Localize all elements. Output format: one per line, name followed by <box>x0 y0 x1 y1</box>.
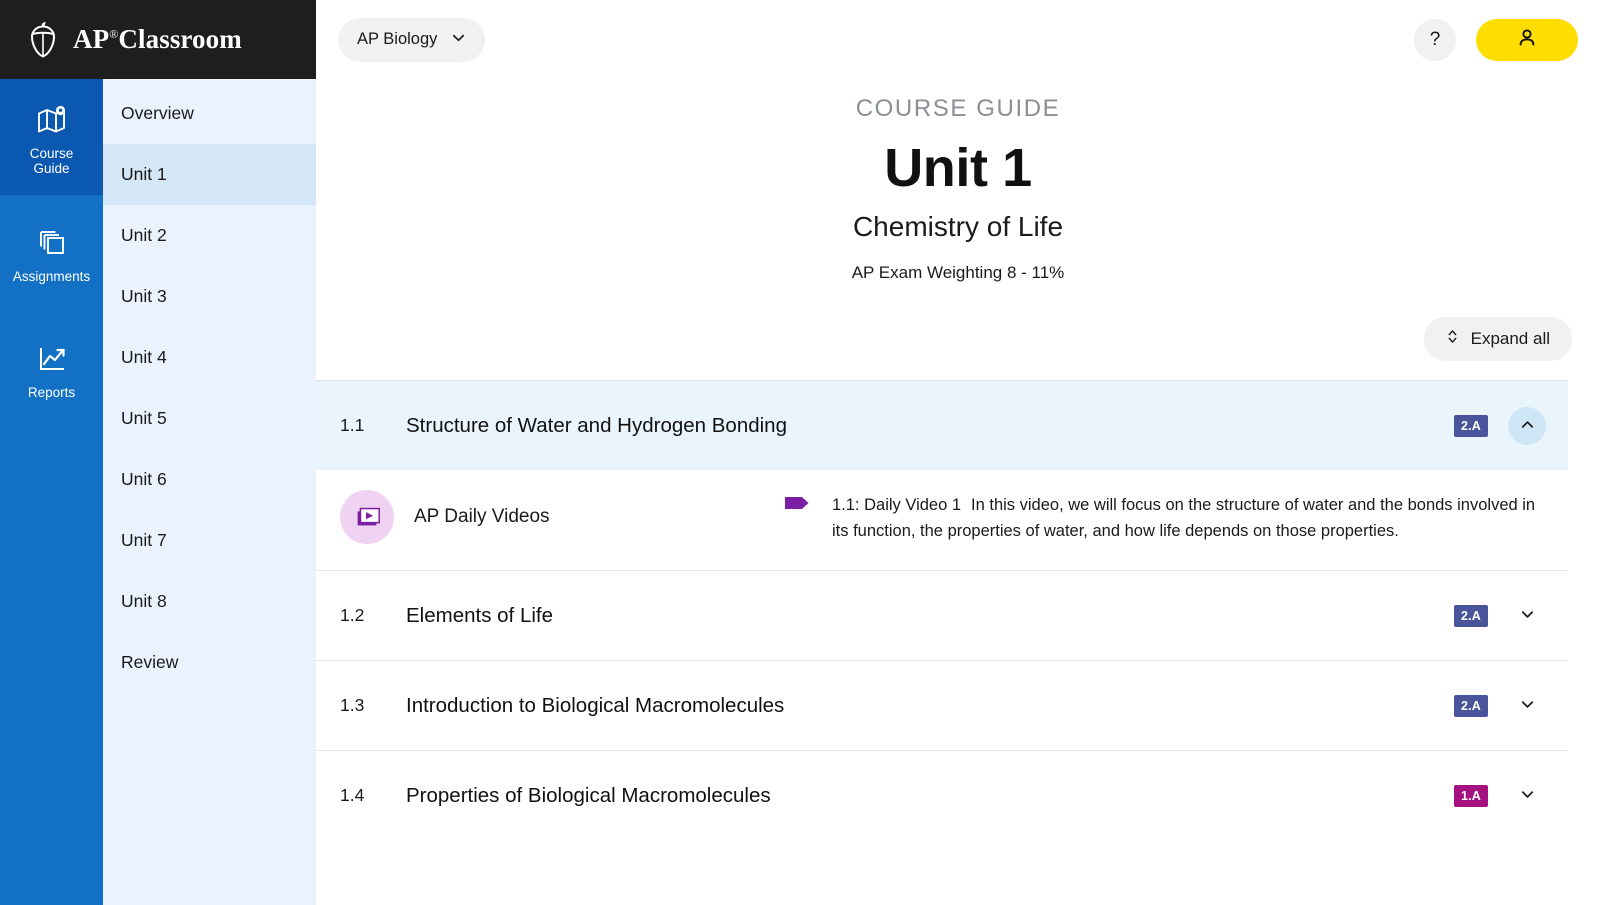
line-chart-icon <box>35 342 69 376</box>
expand-all-row: Expand all <box>316 283 1600 361</box>
left-column: AP®Classroom Course Guide Assignments Re… <box>0 0 316 905</box>
sidebar-item-reports[interactable]: Reports <box>0 311 103 427</box>
course-selector-dropdown[interactable]: AP Biology <box>338 17 486 62</box>
topic-title: Structure of Water and Hydrogen Bonding <box>406 413 787 437</box>
unit-nav-item-unit-7[interactable]: Unit 7 <box>103 510 316 571</box>
status-badge: 1.A <box>1453 784 1488 807</box>
top-bar: AP Biology ? <box>316 0 1600 79</box>
status-badge: 2.A <box>1453 604 1488 627</box>
sidebar-item-reports-label: Reports <box>27 385 76 400</box>
expand-all-button[interactable]: Expand all <box>1423 317 1572 361</box>
chevron-down-icon <box>451 30 466 50</box>
chevron-down-icon <box>1519 696 1536 716</box>
topic-header-1-1[interactable]: 1.1 Structure of Water and Hydrogen Bond… <box>316 381 1568 470</box>
sidebar-item-course-guide-label: Course Guide <box>30 146 74 176</box>
unit-nav-item-unit-6[interactable]: Unit 6 <box>103 449 316 510</box>
topic-header-1-3[interactable]: 1.3 Introduction to Biological Macromole… <box>316 661 1568 750</box>
sidebar-item-assignments-label: Assignments <box>12 269 91 284</box>
topic-title: Elements of Life <box>406 603 553 627</box>
topic-collapse-button[interactable] <box>1508 406 1546 445</box>
topic-header-1-2[interactable]: 1.2 Elements of Life 2.A <box>316 571 1568 660</box>
unit-nav-item-overview[interactable]: Overview <box>103 83 316 144</box>
rail-label-line1: Course <box>29 145 74 161</box>
unit-nav-item-review[interactable]: Review <box>103 632 316 693</box>
acorn-logo-icon <box>26 21 60 59</box>
main-content: AP Biology ? COURSE GUIDE Unit 1 Chemist… <box>316 0 1600 905</box>
unit-nav-item-unit-8[interactable]: Unit 8 <box>103 571 316 632</box>
topic-header-1-4[interactable]: 1.4 Properties of Biological Macromolecu… <box>316 751 1568 840</box>
help-button[interactable]: ? <box>1414 18 1456 61</box>
unit-nav-item-unit-2[interactable]: Unit 2 <box>103 205 316 266</box>
topic-title: Properties of Biological Macromolecules <box>406 783 771 807</box>
chevron-down-icon <box>1519 786 1536 806</box>
profile-button[interactable] <box>1476 18 1578 61</box>
page-header: COURSE GUIDE Unit 1 Chemistry of Life AP… <box>316 79 1600 283</box>
brand-title: AP®Classroom <box>73 24 242 55</box>
topic-title: Introduction to Biological Macromolecule… <box>406 693 785 717</box>
topic-number: 1.4 <box>340 785 365 805</box>
page-eyebrow: COURSE GUIDE <box>855 95 1061 122</box>
topic-number: 1.3 <box>340 695 365 715</box>
topic-row-1-1: 1.1 Structure of Water and Hydrogen Bond… <box>316 380 1568 570</box>
chevron-up-icon <box>1519 416 1536 436</box>
sidebar-item-course-guide[interactable]: Course Guide <box>0 79 103 195</box>
topic-number: 1.1 <box>340 415 365 435</box>
up-down-chevron-icon <box>1446 328 1459 350</box>
brand-ap: AP <box>73 24 110 54</box>
left-lower: Course Guide Assignments Reports Overvie… <box>0 79 316 905</box>
topic-row-1-3: 1.3 Introduction to Biological Macromole… <box>316 660 1568 750</box>
unit-nav-item-unit-5[interactable]: Unit 5 <box>103 388 316 449</box>
status-badge: 2.A <box>1453 414 1488 437</box>
brand-product: Classroom <box>118 24 242 54</box>
primary-nav-rail: Course Guide Assignments Reports <box>0 79 103 905</box>
purple-tag-icon <box>784 492 810 544</box>
expand-all-label: Expand all <box>1470 329 1550 348</box>
resource-description: 1.1: Daily Video 1 In this video, we will… <box>832 492 1546 544</box>
layers-icon <box>35 226 69 260</box>
app-root: AP®Classroom Course Guide Assignments Re… <box>0 0 1600 905</box>
resource-label: AP Daily Videos <box>414 506 550 527</box>
map-guide-icon <box>35 103 69 137</box>
page-title: Unit 1 <box>884 138 1032 198</box>
unit-nav-item-unit-1[interactable]: Unit 1 <box>103 144 316 205</box>
brand-header: AP®Classroom <box>0 0 316 79</box>
rail-label-line2: Guide <box>33 160 70 176</box>
topic-row-1-2: 1.2 Elements of Life 2.A <box>316 570 1568 660</box>
unit-nav-item-unit-4[interactable]: Unit 4 <box>103 327 316 388</box>
exam-weighting: AP Exam Weighting 8 - 11% <box>851 263 1065 282</box>
chevron-down-icon <box>1519 606 1536 626</box>
status-badge: 2.A <box>1453 694 1488 717</box>
topic-expand-button[interactable] <box>1508 777 1546 815</box>
video-stack-play-icon <box>340 490 394 544</box>
resource-detail-group: 1.1: Daily Video 1 In this video, we will… <box>784 484 1546 544</box>
video-title: 1.1: Daily Video 1 <box>832 496 962 514</box>
top-bar-actions: ? <box>1414 18 1578 61</box>
sidebar-item-assignments[interactable]: Assignments <box>0 195 103 311</box>
topic-number: 1.2 <box>340 605 365 625</box>
unit-nav-item-unit-3[interactable]: Unit 3 <box>103 266 316 327</box>
unit-nav-list: Overview Unit 1 Unit 2 Unit 3 Unit 4 Uni… <box>103 79 316 905</box>
course-selector-label: AP Biology <box>357 30 438 48</box>
resource-row-ap-daily-videos: AP Daily Videos 1.1: Daily Video 1 In thi… <box>316 470 1568 570</box>
topic-row-1-4: 1.4 Properties of Biological Macromolecu… <box>316 750 1568 840</box>
resource-label-group[interactable]: AP Daily Videos <box>340 484 784 544</box>
page-subtitle: Chemistry of Life <box>852 211 1064 242</box>
topic-list: 1.1 Structure of Water and Hydrogen Bond… <box>316 380 1600 840</box>
topic-expand-button[interactable] <box>1508 597 1546 635</box>
user-person-icon <box>1515 26 1539 53</box>
topic-expand-button[interactable] <box>1508 687 1546 725</box>
